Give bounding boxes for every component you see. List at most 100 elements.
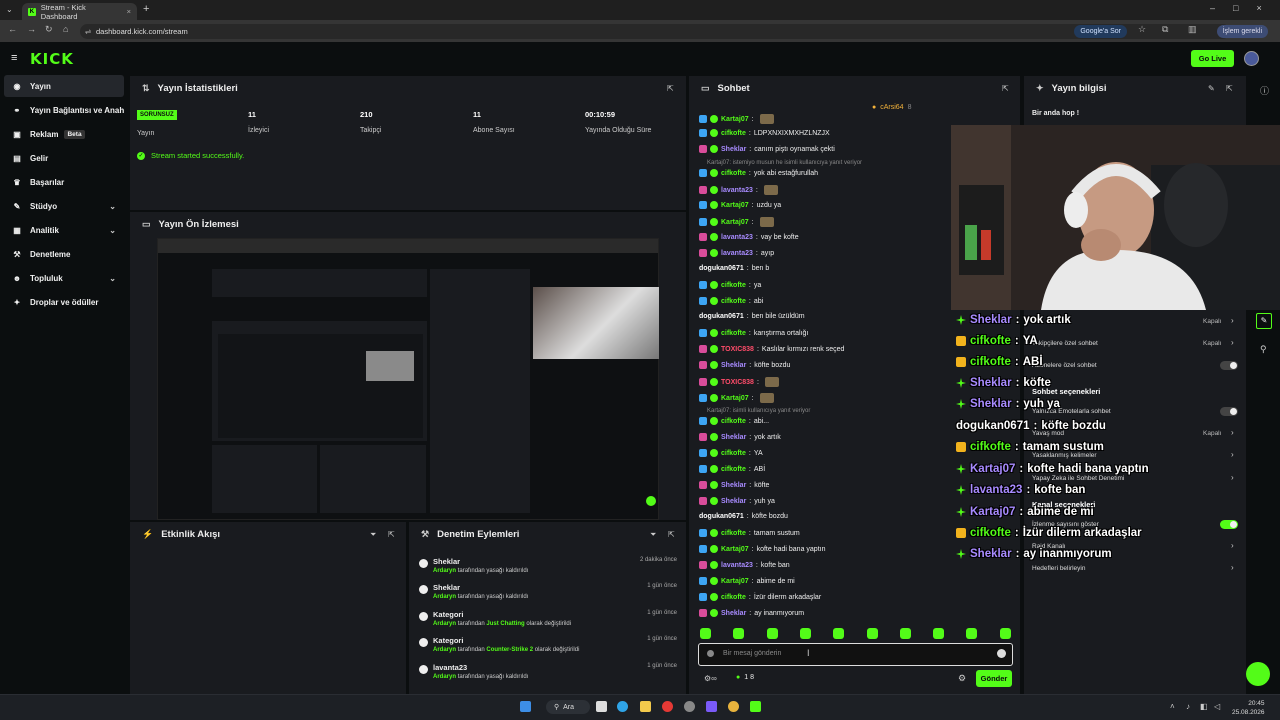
file-explorer-icon[interactable] — [640, 701, 651, 712]
avatar[interactable] — [1244, 51, 1259, 66]
chat-username[interactable]: Kartaj07 — [721, 578, 749, 585]
chat-username[interactable]: cifkofte — [721, 466, 746, 473]
chat-username[interactable]: Sheklar — [721, 434, 746, 441]
popout-icon[interactable]: ⇱ — [388, 530, 395, 539]
chevron-right-icon[interactable]: › — [1231, 450, 1234, 459]
bookmark-star-icon[interactable]: ☆ — [1138, 24, 1146, 35]
chat-username[interactable]: lavanta23 — [721, 187, 753, 194]
sidebar-item-drops[interactable]: ✦ Droplar ve ödüller — [4, 291, 124, 313]
network-icon[interactable]: ◧ — [1200, 702, 1208, 711]
mod-actor[interactable]: Ardaryn — [433, 674, 456, 680]
filter-icon[interactable]: ⏷ — [650, 530, 656, 540]
chat-username[interactable]: Kartaj07 — [721, 395, 749, 402]
setting-toggle[interactable] — [1220, 520, 1238, 529]
chevron-right-icon[interactable]: › — [1231, 541, 1234, 550]
google-ask-pill[interactable]: Google'a Sor — [1074, 25, 1127, 38]
chat-username[interactable]: TOXIC838 — [721, 346, 754, 353]
settings-link-icon[interactable]: ⚙∞ — [704, 674, 717, 683]
quick-emote-icon[interactable] — [899, 628, 911, 639]
chat-username[interactable]: Sheklar — [721, 482, 746, 489]
taskbar-search[interactable]: ⚲ Ara — [546, 700, 590, 714]
quick-emote-icon[interactable] — [733, 628, 745, 639]
opera-icon[interactable] — [662, 701, 673, 712]
chat-username[interactable]: cifkofte — [721, 298, 746, 305]
quick-emote-icon[interactable] — [866, 628, 878, 639]
chat-username[interactable]: dogukan0671 — [699, 265, 744, 272]
quick-emote-icon[interactable] — [700, 628, 711, 639]
chrome-icon[interactable] — [728, 701, 739, 712]
mod-category[interactable]: Counter-Strike 2 — [486, 647, 533, 653]
sidebar-item-revenue[interactable]: ▤ Gelir — [4, 147, 124, 169]
quick-emote-icon[interactable] — [766, 628, 778, 639]
window-controls[interactable]: –□× — [1210, 3, 1280, 13]
sidebar-item-stream[interactable]: ◉ Yayın — [4, 75, 124, 97]
setting-value[interactable]: Kapalı — [1203, 430, 1221, 437]
quick-emote-icon[interactable] — [966, 628, 978, 639]
sidebar-item-achievements[interactable]: ♛ Başarılar — [4, 171, 124, 193]
filter-icon[interactable]: ⏷ — [370, 530, 376, 540]
chat-username[interactable]: lavanta23 — [721, 234, 753, 241]
chat-settings-icon[interactable]: ⚙ — [958, 673, 966, 684]
pinned-gifter[interactable]: ● cArsi64 8 — [872, 104, 911, 111]
chevron-right-icon[interactable]: › — [1231, 338, 1234, 347]
forward-icon[interactable]: → — [27, 24, 36, 34]
close-tab-icon[interactable]: × — [127, 7, 131, 16]
discord-icon[interactable] — [706, 701, 717, 712]
tray-chevron-icon[interactable]: ˄ — [1170, 702, 1175, 711]
wrench-icon[interactable]: ✎ — [1256, 313, 1272, 329]
new-tab-icon[interactable]: + — [143, 3, 149, 15]
mod-actor[interactable]: Ardaryn — [433, 647, 456, 653]
profile-action-pill[interactable]: İşlem gerekli — [1216, 25, 1268, 38]
emoji-icon[interactable] — [997, 649, 1006, 658]
chat-username[interactable]: Sheklar — [721, 498, 746, 505]
edge-icon[interactable] — [617, 701, 628, 712]
quick-emote-icon[interactable] — [833, 628, 845, 639]
stream-preview-video[interactable] — [157, 238, 659, 520]
volume-icon[interactable]: ◁ — [1214, 702, 1220, 711]
kick-logo[interactable]: KICK — [30, 50, 74, 68]
chat-username[interactable]: Kartaj07 — [721, 546, 749, 553]
chat-username[interactable]: cifkofte — [721, 170, 746, 177]
send-button[interactable]: Gönder — [976, 670, 1012, 687]
chat-username[interactable]: cifkofte — [721, 282, 746, 289]
mod-actor[interactable]: Ardaryn — [433, 568, 456, 574]
chat-username[interactable]: cifkofte — [721, 530, 746, 537]
popout-icon[interactable]: ⇱ — [667, 84, 674, 93]
popout-icon[interactable]: ⇱ — [1002, 84, 1009, 93]
sidebar-item-studio[interactable]: ✎ Stüdyo ⌄ — [4, 195, 124, 217]
tab-menu-icon[interactable]: ⌄ — [6, 5, 13, 14]
chat-username[interactable]: cifkofte — [721, 450, 746, 457]
quick-emote-icon[interactable] — [933, 628, 945, 639]
mention-icon[interactable] — [707, 650, 714, 657]
chat-username[interactable]: TOXIC838 — [721, 379, 754, 386]
chat-username[interactable]: Kartaj07 — [721, 219, 749, 226]
sidebar-item-community[interactable]: ☻ Topluluk ⌄ — [4, 267, 124, 289]
clock[interactable]: 20:45 25.08.2026 — [1232, 699, 1265, 717]
app-icon[interactable] — [684, 701, 695, 712]
quick-emote-icon[interactable] — [999, 628, 1011, 639]
chevron-right-icon[interactable]: › — [1231, 316, 1234, 325]
back-icon[interactable]: ← — [8, 24, 17, 34]
sidebar-item-ads[interactable]: ▣ Reklam Beta — [4, 123, 124, 145]
chat-username[interactable]: Kartaj07 — [721, 202, 749, 209]
chat-username[interactable]: Kartaj07 — [721, 116, 749, 123]
go-live-button[interactable]: Go Live — [1191, 50, 1234, 67]
chevron-right-icon[interactable]: › — [1231, 428, 1234, 437]
chat-username[interactable]: lavanta23 — [721, 562, 753, 569]
reload-icon[interactable]: ↻ — [45, 24, 53, 35]
quick-emote-icon[interactable] — [799, 628, 811, 639]
setting-toggle[interactable] — [1220, 407, 1238, 416]
chat-username[interactable]: Sheklar — [721, 362, 746, 369]
popout-icon[interactable]: ⇱ — [668, 530, 675, 539]
browser-tab[interactable]: K Stream - Kick Dashboard × — [22, 3, 137, 21]
site-info-icon[interactable]: ⇌ — [85, 27, 91, 36]
info-icon[interactable]: ⓘ — [1260, 84, 1269, 97]
chat-username[interactable]: cifkofte — [721, 330, 746, 337]
chat-username[interactable]: dogukan0671 — [699, 513, 744, 520]
home-icon[interactable]: ⌂ — [63, 24, 68, 34]
chat-username[interactable]: lavanta23 — [721, 250, 753, 257]
help-chat-button[interactable] — [1246, 662, 1270, 686]
chat-username[interactable]: cifkofte — [721, 594, 746, 601]
share-icon[interactable]: ⚲ — [1260, 344, 1267, 355]
sidebar-item-analytics[interactable]: ▦ Analitik ⌄ — [4, 219, 124, 241]
